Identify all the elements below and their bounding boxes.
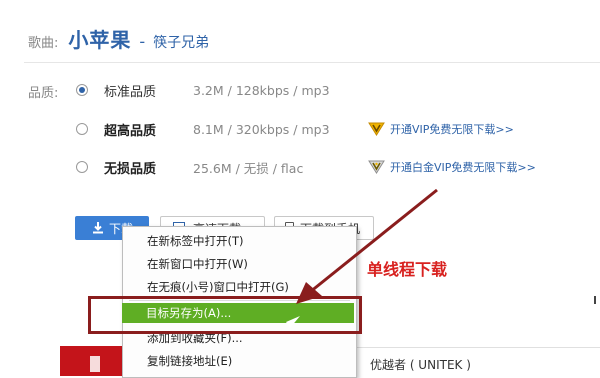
quality-info: 25.6M / 无损 / flac (193, 160, 304, 176)
quality-name: 标准品质 (104, 84, 157, 100)
radio-high[interactable] (76, 123, 88, 135)
platinum-vip-badge-icon (368, 160, 385, 174)
vip-promo-lossless[interactable]: 开通白金VIP免费无限下载>> (368, 159, 536, 175)
title-separator: - (139, 32, 146, 51)
annotation-text: 单线程下载 (367, 260, 448, 279)
menu-open-new-window[interactable]: 在新窗口中打开(W) (123, 254, 356, 274)
quality-info: 3.2M / 128kbps / mp3 (193, 82, 330, 98)
quality-option-high[interactable]: 超高品质 8.1M / 320kbps / mp3 开通VIP免费无限下载>> (76, 117, 514, 141)
banner-logo-mark (90, 356, 100, 372)
radio-standard[interactable] (76, 84, 88, 96)
vip-link[interactable]: 开通白金VIP免费无限下载>> (390, 159, 536, 175)
download-icon (93, 222, 103, 234)
quality-option-standard[interactable]: 标准品质 3.2M / 128kbps / mp3 (76, 78, 330, 102)
vip-badge-icon (368, 122, 385, 136)
sponsor-text: 优越者 ( UNITEK ) (370, 358, 471, 372)
menu-copy-link[interactable]: 复制链接地址(E) (123, 351, 356, 371)
quality-label: 品质: (28, 86, 59, 101)
vip-promo-high[interactable]: 开通VIP免费无限下载>> (368, 121, 514, 137)
artist-link[interactable]: 筷子兄弟 (153, 32, 209, 52)
song-header: 歌曲: 小苹果 - 筷子兄弟 (28, 24, 209, 54)
quality-info: 8.1M / 320kbps / mp3 (193, 121, 330, 137)
song-title: 小苹果 (68, 28, 132, 52)
quality-name: 无损品质 (104, 161, 157, 177)
menu-open-incognito[interactable]: 在无痕(小号)窗口中打开(G) (123, 277, 356, 297)
song-label: 歌曲: (28, 36, 59, 51)
header-divider (24, 62, 600, 63)
edge-marker (594, 296, 596, 304)
section-divider (354, 347, 600, 348)
menu-open-new-tab[interactable]: 在新标签中打开(T) (123, 231, 356, 251)
radio-lossless[interactable] (76, 161, 88, 173)
annotation-highlight-box (88, 296, 362, 334)
quality-name: 超高品质 (104, 123, 157, 139)
quality-option-lossless[interactable]: 无损品质 25.6M / 无损 / flac 开通白金VIP免费无限下载>> (76, 155, 536, 179)
vip-link[interactable]: 开通VIP免费无限下载>> (390, 121, 514, 137)
